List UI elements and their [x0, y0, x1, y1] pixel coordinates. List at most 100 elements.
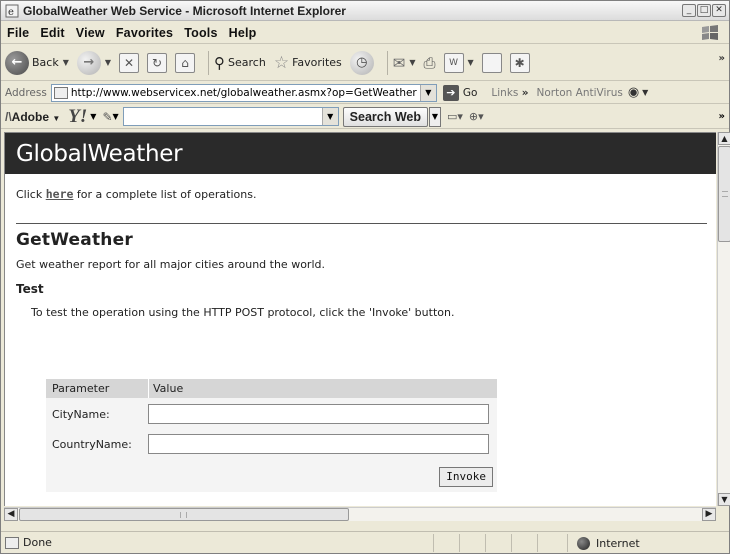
page-viewport: GlobalWeather Click here for a complete …	[4, 132, 716, 506]
menu-tools[interactable]: Tools	[184, 26, 217, 40]
search-button[interactable]: ⚲ Search	[214, 54, 266, 72]
favorites-label: Favorites	[292, 56, 342, 69]
mail-button[interactable]: ✉ ▼	[393, 54, 416, 72]
zone-label: Internet	[596, 536, 640, 550]
window-title: GlobalWeather Web Service - Microsoft In…	[23, 3, 346, 18]
scroll-right-arrow-icon[interactable]: ▶	[702, 508, 716, 521]
favorites-button[interactable]: ☆ Favorites	[274, 53, 342, 73]
search-label: Search	[228, 56, 266, 69]
page-icon	[53, 86, 68, 99]
search-dropdown-icon[interactable]: ▼	[321, 108, 338, 125]
toolbar-divider	[386, 50, 388, 75]
intro-text: Click here for a complete list of operat…	[16, 187, 716, 201]
horizontal-scrollbar[interactable]: ◀ ▶	[4, 507, 716, 521]
stop-button[interactable]: ✕	[119, 52, 140, 73]
section-divider	[16, 223, 707, 224]
yahoo-search-input[interactable]: ▼	[122, 107, 339, 126]
page-status-icon	[5, 536, 19, 549]
back-dropdown-icon[interactable]: ▼	[63, 58, 69, 67]
norton-antivirus-button[interactable]: Norton AntiVirus	[537, 87, 623, 99]
go-button[interactable]: ➔ Go	[442, 84, 478, 101]
search-web-button[interactable]: Search Web	[342, 106, 428, 127]
page-title: GlobalWeather	[16, 140, 183, 167]
status-divider	[433, 534, 434, 552]
go-label: Go	[462, 86, 478, 99]
scroll-left-arrow-icon[interactable]: ◀	[4, 508, 18, 521]
pencil-dropdown-icon[interactable]: ▼	[113, 112, 119, 121]
print-button[interactable]: ⎙	[424, 54, 436, 72]
status-divider	[537, 534, 538, 552]
countryname-input[interactable]	[148, 434, 489, 454]
parameter-table-header: Parameter Value	[46, 379, 497, 398]
cityname-input[interactable]	[148, 404, 489, 424]
test-description: To test the operation using the HTTP POS…	[31, 306, 455, 319]
test-heading: Test	[16, 282, 44, 296]
discuss-icon	[481, 52, 502, 73]
norton-dropdown-icon[interactable]: ▼	[642, 88, 648, 97]
browser-window: e GlobalWeather Web Service - Microsoft …	[0, 0, 730, 554]
back-label: Back	[32, 56, 59, 69]
pencil-icon[interactable]: ✎	[102, 110, 112, 124]
scroll-grip-icon	[180, 512, 187, 518]
search-web-dropdown-icon[interactable]: ▼	[428, 106, 441, 127]
yahoo-logo-button[interactable]: Y!	[68, 106, 87, 128]
menu-bar: File Edit View Favorites Tools Help	[1, 22, 729, 44]
research-button[interactable]: ✱	[509, 52, 530, 73]
menu-favorites[interactable]: Favorites	[116, 26, 173, 40]
adobe-icon: /\	[5, 109, 12, 124]
address-dropdown-icon[interactable]: ▼	[419, 84, 436, 101]
internet-explorer-icon: e	[5, 4, 19, 18]
address-url: http://www.webservicex.net/globalweather…	[70, 86, 417, 99]
back-arrow-icon: ←	[5, 50, 29, 75]
operations-link[interactable]: here	[46, 187, 74, 201]
toolbar-overflow-chevron[interactable]: »	[719, 53, 725, 64]
close-button[interactable]: ✕	[712, 4, 726, 17]
intro-suffix: for a complete list of operations.	[73, 188, 257, 201]
scroll-down-arrow-icon[interactable]: ▼	[718, 493, 730, 506]
maximize-button[interactable]: □	[697, 4, 711, 17]
horizontal-scroll-thumb[interactable]	[19, 508, 349, 521]
menu-view[interactable]: View	[76, 26, 105, 40]
yahoo-overflow-chevron[interactable]: »	[719, 111, 725, 122]
forward-dropdown-icon[interactable]: ▼	[105, 58, 111, 67]
adobe-dropdown-icon[interactable]: ▼	[52, 114, 60, 123]
mail-icon: ✉	[392, 53, 406, 72]
scroll-up-arrow-icon[interactable]: ▲	[718, 132, 730, 145]
security-zone: Internet	[577, 532, 640, 554]
back-button[interactable]: ← Back ▼	[5, 50, 69, 75]
history-icon: ◷	[349, 50, 374, 75]
options-icon[interactable]: ⊕▾	[469, 110, 484, 123]
minimize-button[interactable]: _	[682, 4, 696, 17]
norton-shield-icon[interactable]: ◉	[628, 85, 639, 100]
vertical-scrollbar[interactable]: ▲ ▼	[717, 132, 730, 506]
mail-dropdown-icon[interactable]: ▼	[409, 58, 415, 67]
highlight-icon[interactable]: ▭▾	[447, 110, 463, 123]
home-button[interactable]: ⌂	[175, 52, 196, 73]
adobe-button[interactable]: /\Adobe ▼	[5, 110, 60, 124]
invoke-button[interactable]: Invoke	[439, 467, 493, 487]
home-icon: ⌂	[175, 52, 196, 73]
edit-dropdown-icon[interactable]: ▼	[468, 58, 474, 67]
refresh-button[interactable]: ↻	[147, 52, 168, 73]
menu-edit[interactable]: Edit	[40, 26, 64, 40]
vertical-scroll-thumb[interactable]	[718, 146, 730, 242]
col-value: Value	[148, 379, 183, 398]
yahoo-dropdown-icon[interactable]: ▼	[90, 112, 96, 121]
links-button[interactable]: Links »	[491, 87, 528, 99]
edit-button[interactable]: W ▼	[443, 52, 474, 73]
intro-prefix: Click	[16, 188, 46, 201]
menu-file[interactable]: File	[7, 26, 29, 40]
scroll-grip-icon	[722, 191, 728, 197]
printer-icon: ⎙	[423, 53, 436, 72]
status-bar: Done Internet	[1, 531, 729, 553]
menu-help[interactable]: Help	[229, 26, 257, 40]
discuss-button[interactable]	[481, 52, 502, 73]
forward-button[interactable]: → ▼	[76, 50, 111, 75]
toolbar-divider	[208, 50, 210, 75]
operation-description: Get weather report for all major cities …	[16, 258, 325, 271]
history-button[interactable]: ◷	[349, 50, 374, 75]
address-input[interactable]: http://www.webservicex.net/globalweather…	[50, 83, 437, 102]
research-icon: ✱	[509, 52, 530, 73]
go-arrow-icon: ➔	[442, 84, 459, 101]
svg-text:e: e	[8, 7, 14, 18]
